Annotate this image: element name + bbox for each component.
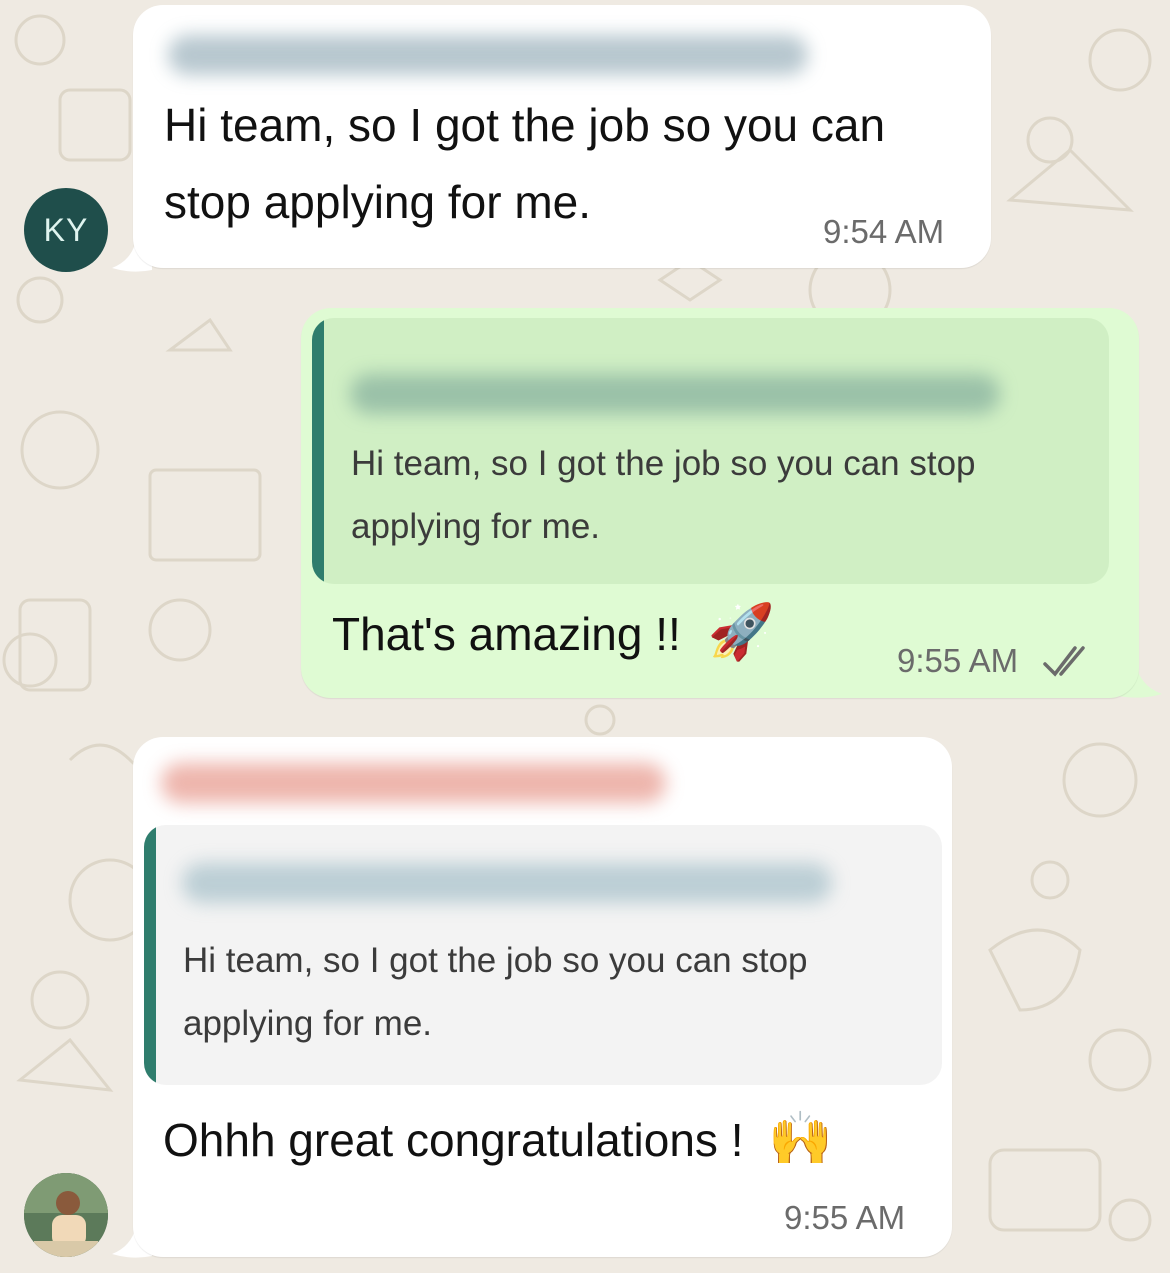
rocket-icon: 🚀 [707,602,775,662]
quoted-sender-redacted [350,374,1000,414]
incoming-message-bubble[interactable]: Hi team, so I got the job so you can sto… [133,737,952,1257]
contact-avatar[interactable] [24,1173,108,1257]
message-timestamp: 9:55 AM [897,642,1019,679]
double-check-icon [1043,646,1085,677]
outgoing-message-bubble[interactable]: Hi team, so I got the job so you can sto… [301,308,1139,698]
raising-hands-icon: 🙌 [768,1110,834,1168]
message-text: Hi team, so I got the job so you can sto… [164,99,886,228]
message-text: Ohhh great congratulations ! 🙌 [163,1110,834,1168]
contact-avatar[interactable]: KY [24,188,108,272]
message-text: That's amazing !! 🚀 [332,602,775,662]
profile-photo-icon [24,1173,108,1257]
quoted-sender-redacted [182,863,832,903]
quote-bar [144,825,156,1085]
quoted-message[interactable]: Hi team, so I got the job so you can sto… [144,825,942,1085]
quoted-text: Hi team, so I got the job so you can sto… [351,444,976,546]
quoted-message[interactable]: Hi team, so I got the job so you can sto… [312,318,1109,584]
sender-name-redacted [168,35,808,75]
quoted-text: Hi team, so I got the job so you can sto… [183,941,808,1043]
sender-name-redacted [161,763,666,803]
message-timestamp: 9:55 AM [784,1199,906,1236]
message-timestamp: 9:54 AM [823,213,945,250]
quote-bar [312,318,324,584]
incoming-message-bubble[interactable]: Hi team, so I got the job so you can sto… [133,5,991,268]
